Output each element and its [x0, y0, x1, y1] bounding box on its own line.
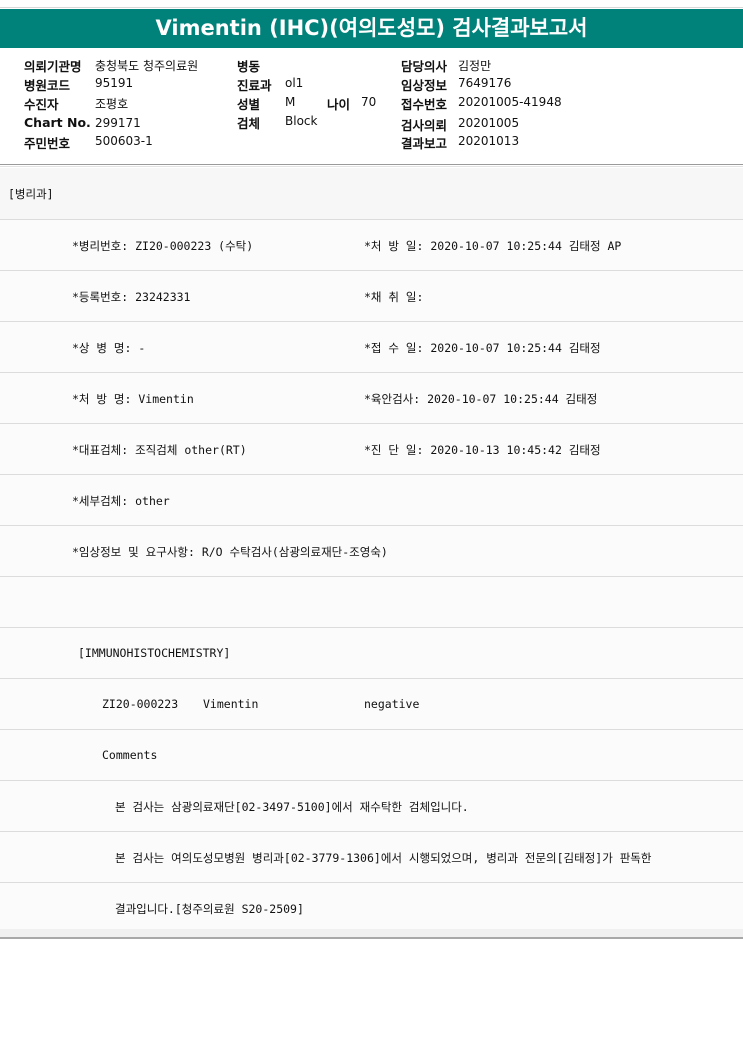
doctor-value: 김정만 — [458, 59, 492, 73]
sex-label: 성별 — [237, 97, 261, 112]
patient-info-block: 의뢰기관명 충청북도 청주의료원 병원코드 95191 수진자 조평호 Char… — [0, 50, 743, 165]
report-row: *병리번호: ZI20-000223 (수탁) *처 방 일: 2020-10-… — [0, 220, 743, 271]
hospital-code-value: 95191 — [95, 76, 134, 90]
report-title: Vimentin (IHC)(여의도성모) 검사결과보고서 — [0, 9, 743, 48]
receipt-no-value: 20201005-41948 — [458, 95, 562, 109]
report-date-label: 결과보고 — [401, 136, 448, 151]
comment-line: 결과입니다.[청주의료원 S20-2509] — [115, 902, 304, 916]
patient-label: 수진자 — [24, 97, 59, 112]
report-row: 본 검사는 삼광의료재단[02-3497-5100]에서 재수탁한 검체입니다. — [0, 781, 743, 832]
pathology-number: *병리번호: ZI20-000223 (수탁) — [72, 239, 254, 253]
age-value: 70 — [361, 95, 377, 109]
registration-number: *등록번호: 23242331 — [72, 290, 191, 304]
order-date: *처 방 일: 2020-10-07 10:25:44 김태정 AP — [364, 239, 622, 253]
institution-value: 충청북도 청주의료원 — [95, 59, 199, 73]
specimen-label: 검체 — [237, 116, 261, 131]
age-label: 나이 — [327, 97, 351, 112]
hospital-code-label: 병원코드 — [24, 78, 71, 93]
order-name: *처 방 명: Vimentin — [72, 392, 194, 406]
receipt-no-label: 접수번호 — [401, 97, 448, 112]
report-row: 결과입니다.[청주의료원 S20-2509] — [0, 883, 743, 934]
sub-specimen: *세부검체: other — [72, 494, 170, 508]
resident-no-label: 주민번호 — [24, 136, 71, 151]
dept-label: 진료과 — [237, 78, 272, 93]
request-date-label: 검사의뢰 — [401, 118, 448, 133]
comment-line: 본 검사는 삼광의료재단[02-3497-5100]에서 재수탁한 검체입니다. — [115, 800, 469, 814]
clinical-info-value: 7649176 — [458, 76, 512, 90]
report-row: [병리과] — [0, 168, 743, 220]
clinical-info-label: 임상정보 — [401, 78, 448, 93]
header-separator — [0, 164, 743, 167]
section-heading: [IMMUNOHISTOCHEMISTRY] — [78, 646, 231, 660]
diagnosis-name: *상 병 명: - — [72, 341, 146, 355]
institution-label: 의뢰기관명 — [24, 59, 82, 74]
receipt-date: *접 수 일: 2020-10-07 10:25:44 김태정 — [364, 341, 601, 355]
sex-value: M — [285, 95, 296, 109]
top-rule — [0, 0, 743, 8]
report-row: *세부검체: other — [0, 475, 743, 526]
comments-label: Comments — [102, 748, 158, 762]
report-row: ZI20-000223 Vimentin negative — [0, 679, 743, 730]
chart-no-label: Chart No. — [24, 115, 91, 130]
report-row: 본 검사는 여의도성모병원 병리과[02-3779-1306]에서 시행되었으며… — [0, 832, 743, 883]
specimen-value: Block — [285, 114, 318, 128]
footer-separator — [0, 929, 743, 939]
result-value: negative — [364, 697, 420, 711]
report-row: *상 병 명: - *접 수 일: 2020-10-07 10:25:44 김태… — [0, 322, 743, 373]
gross-exam: *육안검사: 2020-10-07 10:25:44 김태정 — [364, 392, 598, 406]
report-row: [IMMUNOHISTOCHEMISTRY] — [0, 628, 743, 679]
request-date-value: 20201005 — [458, 116, 520, 130]
main-specimen: *대표검체: 조직검체 other(RT) — [72, 443, 247, 457]
report-row — [0, 577, 743, 628]
result-id: ZI20-000223 — [102, 697, 179, 711]
diagnosis-date: *진 단 일: 2020-10-13 10:45:42 김태정 — [364, 443, 601, 457]
report-row: *등록번호: 23242331 *채 취 일: — [0, 271, 743, 322]
clinical-request: *임상정보 및 요구사항: R/O 수탁검사(삼광의료재단-조영숙) — [72, 545, 388, 559]
ward-label: 병동 — [237, 59, 261, 74]
dept-value: ol1 — [285, 76, 304, 90]
report-row: Comments — [0, 730, 743, 781]
report-body: [병리과] *병리번호: ZI20-000223 (수탁) *처 방 일: 20… — [0, 168, 743, 934]
comment-line: 본 검사는 여의도성모병원 병리과[02-3779-1306]에서 시행되었으며… — [115, 851, 652, 865]
report-date-value: 20201013 — [458, 134, 520, 148]
report-row: *임상정보 및 요구사항: R/O 수탁검사(삼광의료재단-조영숙) — [0, 526, 743, 577]
resident-no-value: 500603-1 — [95, 134, 153, 148]
department-heading: [병리과] — [8, 187, 54, 201]
report-row: *처 방 명: Vimentin *육안검사: 2020-10-07 10:25… — [0, 373, 743, 424]
chart-no-value: 299171 — [95, 116, 141, 130]
collection-date: *채 취 일: — [364, 290, 424, 304]
doctor-label: 담당의사 — [401, 59, 448, 74]
patient-value: 조평호 — [95, 97, 129, 111]
report-row: *대표검체: 조직검체 other(RT) *진 단 일: 2020-10-13… — [0, 424, 743, 475]
result-marker: Vimentin — [203, 697, 259, 711]
